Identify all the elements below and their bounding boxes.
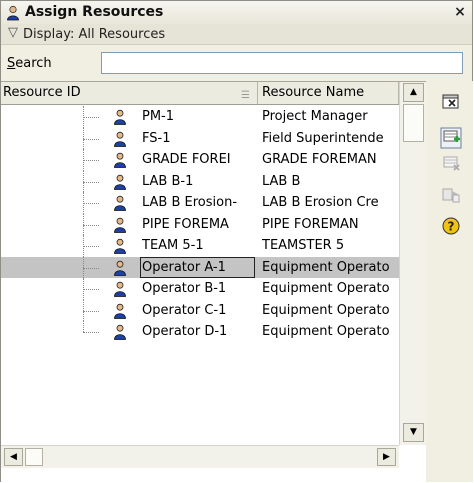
scroll-right-button[interactable]: ▶: [377, 448, 396, 466]
person-icon: [114, 174, 126, 190]
person-icon: [114, 238, 126, 254]
cell-resource-name[interactable]: PIPE FOREMAN: [262, 214, 399, 235]
search-label-rest: earch: [15, 56, 52, 71]
tree-connector: [83, 181, 99, 183]
window-title: Assign Resources: [25, 4, 164, 20]
close-button[interactable]: ×: [452, 4, 468, 20]
vertical-scroll-thumb[interactable]: [403, 104, 424, 142]
table-row[interactable]: LAB B Erosion- LAB B Erosion Cre: [1, 192, 399, 214]
horizontal-scrollbar[interactable]: ◀ ▶: [1, 445, 399, 468]
cell-resource-name[interactable]: GRADE FOREMAN: [262, 149, 399, 170]
cell-resource-id[interactable]: Operator B-1: [142, 278, 258, 299]
side-toolbar: ?: [426, 81, 473, 482]
grid-header: Resource ID ☰ Resource Name: [1, 82, 399, 105]
table-row[interactable]: PM-1 Project Manager: [1, 106, 399, 128]
cell-resource-id[interactable]: PM-1: [142, 106, 258, 127]
tree-connector: [83, 117, 99, 118]
cell-resource-id[interactable]: LAB B-1: [142, 171, 258, 192]
table-row[interactable]: FS-1 Field Superintende: [1, 127, 399, 149]
person-icon: [114, 109, 126, 125]
replace-resource-icon[interactable]: [440, 183, 462, 205]
grid-rows: PM-1 Project Manager FS-1 Field Superintend…: [1, 105, 399, 445]
cell-resource-name[interactable]: Equipment Operato: [262, 278, 399, 299]
cell-resource-name[interactable]: Equipment Operato: [262, 257, 399, 278]
table-row[interactable]: PIPE FOREMA PIPE FOREMAN: [1, 213, 399, 235]
cell-resource-id[interactable]: PIPE FOREMA: [142, 214, 258, 235]
tree-connector: [83, 224, 99, 226]
table-row[interactable]: GRADE FOREI GRADE FOREMAN: [1, 149, 399, 171]
help-icon[interactable]: ?: [440, 215, 462, 237]
chevron-down-icon[interactable]: ▽: [8, 25, 18, 40]
person-icon: [114, 152, 126, 168]
cell-resource-name[interactable]: LAB B Erosion Cre: [262, 192, 399, 213]
table-row[interactable]: Operator D-1 Equipment Operato: [1, 321, 399, 343]
tree-connector: [83, 203, 99, 204]
column-header-resource-id[interactable]: Resource ID ☰: [1, 82, 258, 104]
scroll-up-button[interactable]: ▲: [403, 83, 424, 102]
vertical-scrollbar[interactable]: ▲ ▼: [399, 82, 427, 445]
tree-line: [83, 321, 84, 332]
table-row[interactable]: LAB B-1 LAB B: [1, 170, 399, 192]
table-row[interactable]: Operator C-1 Equipment Operato: [1, 299, 399, 321]
svg-text:?: ?: [448, 220, 455, 234]
resource-grid: Resource ID ☰ Resource Name PM-1 Project …: [1, 81, 427, 483]
display-filter[interactable]: ▽ Display: All Resources: [1, 24, 472, 45]
unassign-resource-icon[interactable]: [440, 153, 462, 175]
tree-connector: [83, 310, 99, 312]
cell-resource-name[interactable]: Field Superintende: [262, 128, 399, 149]
cell-resource-id[interactable]: Operator C-1: [142, 300, 258, 321]
column-header-resource-name-label: Resource Name: [262, 85, 365, 100]
person-icon: [114, 217, 126, 233]
cell-resource-id[interactable]: TEAM 5-1: [142, 235, 258, 256]
cell-resource-name[interactable]: Equipment Operato: [262, 321, 399, 342]
person-icon: [114, 195, 126, 211]
assign-resources-window: Assign Resources × ▽ Display: All Resour…: [0, 0, 473, 483]
search-input[interactable]: [101, 52, 463, 74]
horizontal-scroll-thumb[interactable]: [25, 448, 43, 466]
close-panel-icon[interactable]: [440, 91, 462, 113]
display-filter-label[interactable]: Display: All Resources: [23, 27, 165, 42]
tree-connector: [83, 267, 99, 269]
cell-resource-id[interactable]: FS-1: [142, 128, 258, 149]
cell-resource-name[interactable]: Project Manager: [262, 106, 399, 127]
column-resize-icon: ☰: [241, 90, 250, 101]
scroll-left-button[interactable]: ◀: [4, 448, 23, 466]
cell-resource-name[interactable]: LAB B: [262, 171, 399, 192]
cell-resource-id[interactable]: Operator A-1: [140, 256, 255, 278]
search-label: Search: [7, 56, 52, 71]
column-header-resource-id-label: Resource ID: [3, 85, 81, 100]
assign-resource-icon[interactable]: [440, 127, 462, 149]
title-bar: Assign Resources ×: [1, 1, 472, 25]
cell-resource-id[interactable]: Operator D-1: [142, 321, 258, 342]
table-row[interactable]: Operator B-1 Equipment Operato: [1, 278, 399, 300]
column-header-resource-name[interactable]: Resource Name: [258, 82, 399, 104]
table-row[interactable]: Operator A-1 Equipment Operato: [1, 256, 399, 278]
person-icon: [7, 5, 19, 21]
person-icon: [114, 303, 126, 319]
person-icon: [114, 131, 126, 147]
tree-connector: [83, 160, 99, 161]
table-row[interactable]: TEAM 5-1 TEAMSTER 5: [1, 235, 399, 257]
person-icon: [114, 324, 126, 340]
scroll-down-button[interactable]: ▼: [403, 423, 424, 442]
cell-resource-name[interactable]: TEAMSTER 5: [262, 235, 399, 256]
tree-connector: [83, 332, 99, 333]
cell-resource-id[interactable]: GRADE FOREI: [142, 149, 258, 170]
search-row: Search: [1, 45, 472, 81]
tree-connector: [83, 246, 99, 247]
tree-connector: [83, 289, 99, 290]
person-icon: [114, 260, 126, 276]
cell-resource-id[interactable]: LAB B Erosion-: [142, 192, 258, 213]
person-icon: [114, 281, 126, 297]
tree-connector: [83, 138, 99, 140]
cell-resource-name[interactable]: Equipment Operato: [262, 300, 399, 321]
